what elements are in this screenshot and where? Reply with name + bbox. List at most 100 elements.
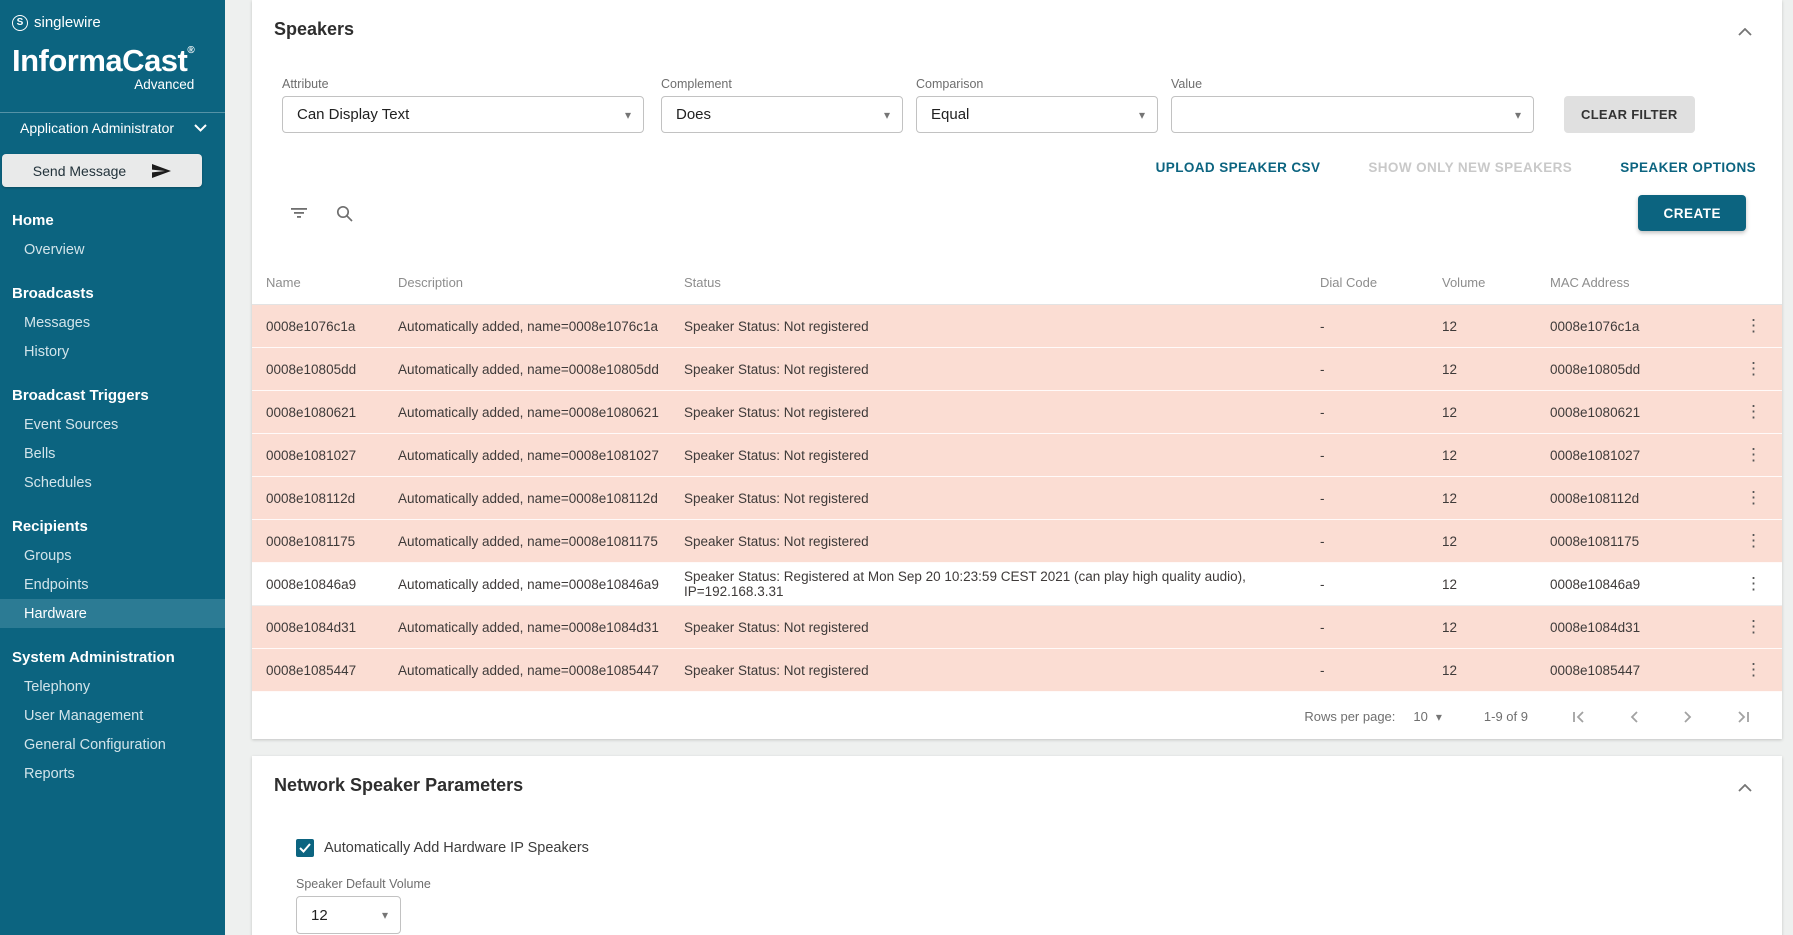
default-volume-value: 12 [311, 907, 328, 924]
first-page-button[interactable] [1562, 707, 1594, 727]
row-menu-button[interactable]: ⋮ [1739, 489, 1768, 507]
complement-select[interactable]: Does ▾ [661, 96, 903, 133]
sidebar-item-hardware[interactable]: Hardware [0, 599, 225, 628]
col-description: Description [398, 275, 684, 290]
role-selector[interactable]: Application Administrator [0, 112, 225, 143]
cell-dial-code: - [1320, 491, 1442, 506]
auto-add-speakers-row[interactable]: Automatically Add Hardware IP Speakers [296, 839, 1782, 857]
main-content: Speakers Attribute Can Display Text ▾ Co… [225, 0, 1793, 935]
comparison-label: Comparison [916, 77, 1158, 91]
sidebar-item-history[interactable]: History [0, 337, 225, 366]
complement-label: Complement [661, 77, 903, 91]
create-button[interactable]: CREATE [1638, 195, 1746, 231]
row-menu-button[interactable]: ⋮ [1739, 575, 1768, 593]
table-row[interactable]: 0008e1076c1a Automatically added, name=0… [252, 305, 1782, 348]
nav-section: Broadcast Triggers Event Sources Bells S… [0, 380, 225, 497]
filter-list-icon [290, 207, 308, 219]
sidebar-item-endpoints[interactable]: Endpoints [0, 570, 225, 599]
cell-status: Speaker Status: Not registered [684, 362, 1320, 377]
speaker-options-button[interactable]: SPEAKER OPTIONS [1620, 160, 1756, 175]
cell-description: Automatically added, name=0008e10805dd [398, 362, 684, 377]
sidebar-item-user-management[interactable]: User Management [0, 701, 225, 730]
row-menu-button[interactable]: ⋮ [1739, 661, 1768, 679]
nav-section-header: System Administration [0, 642, 225, 672]
row-menu-button[interactable]: ⋮ [1739, 446, 1768, 464]
table-row[interactable]: 0008e1085447 Automatically added, name=0… [252, 649, 1782, 692]
cell-name: 0008e1076c1a [266, 319, 398, 334]
cell-status: Speaker Status: Not registered [684, 620, 1320, 635]
col-dial-code: Dial Code [1320, 275, 1442, 290]
cell-name: 0008e1081027 [266, 448, 398, 463]
nav-section: Recipients Groups Endpoints Hardware [0, 511, 225, 628]
cell-status: Speaker Status: Not registered [684, 405, 1320, 420]
nav-section-header: Broadcast Triggers [0, 380, 225, 410]
chevron-up-icon [1738, 784, 1752, 792]
row-menu-button[interactable]: ⋮ [1739, 618, 1768, 636]
upload-speaker-csv-button[interactable]: UPLOAD SPEAKER CSV [1156, 160, 1321, 175]
table-row[interactable]: 0008e108112d Automatically added, name=0… [252, 477, 1782, 520]
value-select[interactable]: ▾ [1171, 96, 1534, 133]
row-menu-button[interactable]: ⋮ [1739, 532, 1768, 550]
nav-section: System Administration Telephony User Man… [0, 642, 225, 788]
search-button[interactable] [336, 205, 353, 222]
auto-add-checkbox[interactable] [296, 839, 314, 857]
show-only-new-speakers-button[interactable]: SHOW ONLY NEW SPEAKERS [1368, 160, 1572, 175]
previous-page-button[interactable] [1620, 707, 1648, 727]
nav-section-header: Broadcasts [0, 278, 225, 308]
default-volume-select[interactable]: 12 ▾ [296, 896, 401, 934]
attribute-select[interactable]: Can Display Text ▾ [282, 96, 644, 133]
table-row[interactable]: 0008e10805dd Automatically added, name=0… [252, 348, 1782, 391]
attribute-value: Can Display Text [297, 106, 409, 123]
comparison-select[interactable]: Equal ▾ [916, 96, 1158, 133]
network-collapse-button[interactable] [1734, 776, 1756, 799]
table-row[interactable]: 0008e1080621 Automatically added, name=0… [252, 391, 1782, 434]
cell-volume: 12 [1442, 663, 1550, 678]
cell-volume: 12 [1442, 534, 1550, 549]
row-menu-button[interactable]: ⋮ [1739, 360, 1768, 378]
singlewire-logo-icon: S [12, 15, 28, 31]
cell-mac-address: 0008e1085447 [1550, 663, 1720, 678]
sidebar-item-bells[interactable]: Bells [0, 439, 225, 468]
trademark-symbol: ® [187, 45, 194, 56]
row-menu-button[interactable]: ⋮ [1739, 317, 1768, 335]
pagination-range: 1-9 of 9 [1484, 709, 1528, 724]
sidebar-item-messages[interactable]: Messages [0, 308, 225, 337]
next-page-button[interactable] [1674, 707, 1702, 727]
sidebar-item-event-sources[interactable]: Event Sources [0, 410, 225, 439]
row-menu-button[interactable]: ⋮ [1739, 403, 1768, 421]
sidebar-nav: Home Overview Broadcasts Messages Histor… [0, 205, 225, 788]
complement-value: Does [676, 106, 711, 123]
default-volume-label: Speaker Default Volume [296, 877, 1782, 891]
rows-per-page-select[interactable]: 10 ▾ [1413, 709, 1442, 724]
cell-mac-address: 0008e10846a9 [1550, 577, 1720, 592]
sidebar-item-telephony[interactable]: Telephony [0, 672, 225, 701]
cell-dial-code: - [1320, 319, 1442, 334]
table-row[interactable]: 0008e1081027 Automatically added, name=0… [252, 434, 1782, 477]
sidebar-item-groups[interactable]: Groups [0, 541, 225, 570]
filter-list-button[interactable] [290, 207, 308, 219]
product-edition: Advanced [12, 77, 194, 92]
comparison-value: Equal [931, 106, 969, 123]
network-panel-title: Network Speaker Parameters [274, 774, 523, 796]
cell-name: 0008e1081175 [266, 534, 398, 549]
sidebar-item-overview[interactable]: Overview [0, 235, 225, 264]
value-label: Value [1171, 77, 1534, 91]
table-toolbar: CREATE [252, 193, 1782, 233]
cell-description: Automatically added, name=0008e1085447 [398, 663, 684, 678]
send-message-button[interactable]: Send Message [2, 154, 202, 187]
product-name-text: InformaCast [12, 43, 187, 78]
select-caret-icon: ▾ [382, 908, 388, 922]
cell-name: 0008e1084d31 [266, 620, 398, 635]
auto-add-label: Automatically Add Hardware IP Speakers [324, 840, 589, 856]
sidebar-item-general-configuration[interactable]: General Configuration [0, 730, 225, 759]
clear-filter-button[interactable]: CLEAR FILTER [1564, 96, 1695, 133]
cell-status: Speaker Status: Not registered [684, 319, 1320, 334]
select-caret-icon: ▾ [1436, 710, 1442, 724]
speakers-collapse-button[interactable] [1734, 20, 1756, 43]
last-page-button[interactable] [1728, 707, 1760, 727]
table-row[interactable]: 0008e1084d31 Automatically added, name=0… [252, 606, 1782, 649]
sidebar-item-schedules[interactable]: Schedules [0, 468, 225, 497]
table-row[interactable]: 0008e1081175 Automatically added, name=0… [252, 520, 1782, 563]
sidebar-item-reports[interactable]: Reports [0, 759, 225, 788]
table-row[interactable]: 0008e10846a9 Automatically added, name=0… [252, 563, 1782, 606]
